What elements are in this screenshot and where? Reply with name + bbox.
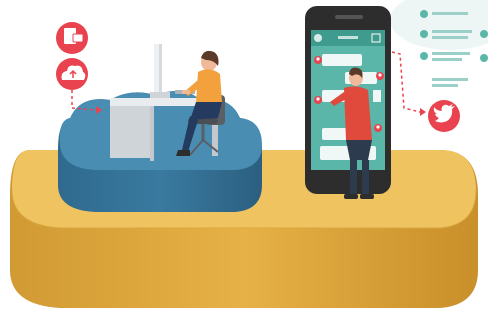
person-icon [420,52,428,60]
dashed-connector-right [391,51,421,113]
person-icon [480,54,488,62]
document-icon [56,22,88,54]
person-icon [480,30,488,38]
cloud-upload-icon [56,58,88,90]
person-icon [376,72,384,80]
person-icon [314,56,322,64]
person-icon [420,30,428,38]
arrow-head-right [420,108,426,116]
blue-cloud-pad [58,91,262,212]
office-social-illustration [10,0,488,308]
person-icon [374,124,382,132]
person-icon [314,96,322,104]
twitter-bird-icon [428,100,460,132]
person-icon [420,10,428,18]
